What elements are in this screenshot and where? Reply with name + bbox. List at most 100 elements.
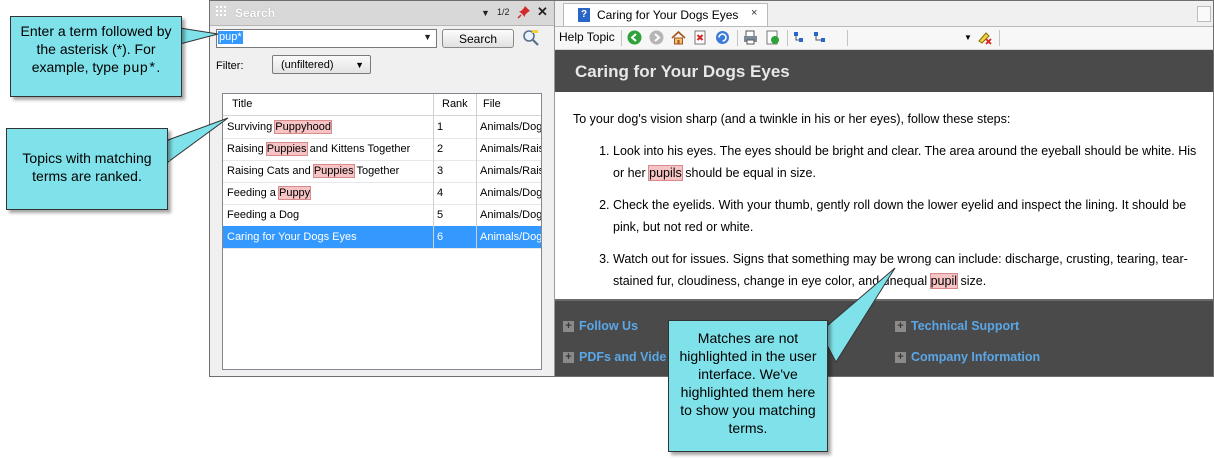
chevron-down-icon: ▼ [355,60,364,70]
steps-list: Look into his eyes. The eyes should be b… [573,140,1203,292]
table-row[interactable]: Raising Puppies and Kittens Together 2 A… [223,138,541,161]
expand-icon[interactable]: + [895,321,906,332]
match-highlight: Puppies [265,142,308,156]
match-highlight: Puppyhood [274,120,332,134]
footer-link-support[interactable]: Technical Support [911,319,1019,333]
column-header-title[interactable]: Title [232,98,252,110]
topic-banner: Caring for Your Dogs Eyes [555,50,1213,92]
toolbar-label: Help Topic [559,30,615,44]
result-rank: 1 [437,121,444,133]
result-file: Animals/Rais [480,143,541,155]
close-pane-icon[interactable]: ✕ [537,4,548,20]
table-row-selected[interactable]: Caring for Your Dogs Eyes 6 Animals/Dog [223,226,541,249]
result-title: Feeding a Dog [227,209,300,221]
result-file: Animals/Dog [480,209,541,221]
toolbar-divider [847,30,848,46]
result-title: Raising Cats and Puppies Together [227,164,400,178]
help-topic-icon: ? [578,8,590,22]
topic-toolbar: Help Topic ▼ [555,27,1213,50]
chevron-down-icon[interactable]: ▼ [423,32,432,42]
code-example: pup* [122,61,157,77]
search-button[interactable]: Search [442,29,514,48]
print-icon[interactable] [743,30,758,45]
result-file: Animals/Dog [480,231,541,243]
filter-select[interactable]: (unfiltered) ▼ [272,55,371,74]
search-term-input[interactable]: pup* ▼ [216,29,437,48]
result-title: Caring for Your Dogs Eyes [227,231,357,243]
result-title: Feeding a Puppy [227,186,312,200]
column-divider [476,94,477,248]
table-row[interactable]: Feeding a Puppy 4 Animals/Dog [223,182,541,205]
page-indicator: 1/2 [497,7,510,17]
footer-link-company[interactable]: Company Information [911,350,1040,364]
result-file: Animals/Rais [480,165,541,177]
match-highlight: Puppy [277,186,312,200]
list-item: Watch out for issues. Signs that somethi… [613,248,1203,292]
search-pane: Search ▼ 1/2 ✕ pup* ▼ Search Filter: (un… [210,1,555,376]
topic-heading: Caring for Your Dogs Eyes [575,62,790,81]
pin-icon[interactable] [517,5,531,19]
toolbar-divider [999,30,1000,46]
result-rank: 5 [437,209,444,221]
tab-scroll-button[interactable] [1197,6,1211,22]
grip-icon[interactable] [216,6,228,18]
result-rank: 4 [437,187,444,199]
result-file: Animals/Dog [480,121,541,133]
footer-link-pdfs[interactable]: PDFs and Vide [579,350,666,364]
match-highlight: Puppies [312,164,355,178]
column-header-rank[interactable]: Rank [442,98,468,110]
tab-label: Caring for Your Dogs Eyes [597,8,739,22]
tab-topic[interactable]: ? Caring for Your Dogs Eyes × [563,3,768,26]
sync-toc-icon[interactable] [765,30,780,45]
callout-topics-ranked: Topics with matching terms are ranked. [6,128,168,210]
topic-intro: To your dog's vision sharp (and a twinkl… [573,112,1011,126]
match-highlight: pupils [648,165,683,181]
search-highlight-icon[interactable] [521,28,541,48]
callout-not-highlighted: Matches are not highlighted in the user … [668,320,828,452]
search-term-text[interactable]: pup* [218,31,243,44]
toolbar-divider [787,30,788,46]
result-rank: 2 [437,143,444,155]
list-item: Look into his eyes. The eyes should be b… [613,140,1203,184]
tab-strip: ? Caring for Your Dogs Eyes × [555,1,1213,27]
expand-icon[interactable]: + [563,321,574,332]
filter-value: (unfiltered) [281,59,334,71]
list-item: Check the eyelids. With your thumb, gent… [613,194,1203,238]
collapse-all-icon[interactable] [813,30,828,45]
column-divider [433,94,434,248]
back-icon[interactable] [627,30,642,45]
table-row[interactable]: Raising Cats and Puppies Together 3 Anim… [223,160,541,183]
match-highlight: pupil [929,273,959,289]
result-file: Animals/Dog [480,187,541,199]
result-title: Surviving Puppyhood [227,120,332,134]
home-icon[interactable] [671,30,686,45]
footer-link-follow-us[interactable]: Follow Us [579,319,638,333]
expand-all-icon[interactable] [793,30,808,45]
filter-label: Filter: [216,60,244,72]
results-header: Title Rank File [223,94,541,116]
result-title: Raising Puppies and Kittens Together [227,142,411,156]
clear-highlight-icon[interactable] [977,30,992,45]
toolbar-divider [737,30,738,46]
forward-icon[interactable] [649,30,664,45]
result-rank: 6 [437,231,444,243]
expand-icon[interactable]: + [895,352,906,363]
column-header-file[interactable]: File [483,98,501,110]
topic-body: To your dog's vision sharp (and a twinkl… [573,108,1203,302]
refresh-icon[interactable] [715,30,730,45]
table-row[interactable]: Surviving Puppyhood 1 Animals/Dog [223,116,541,139]
toolbar-divider [621,30,622,46]
expand-icon[interactable]: + [563,352,574,363]
stop-icon[interactable] [693,30,708,45]
chevron-down-icon[interactable]: ▼ [964,33,972,42]
search-results-table: Title Rank File Surviving Puppyhood 1 An… [222,93,542,370]
close-tab-icon[interactable]: × [751,7,757,19]
search-pane-titlebar[interactable]: Search ▼ 1/2 ✕ [210,1,554,26]
table-row[interactable]: Feeding a Dog 5 Animals/Dog [223,204,541,227]
search-pane-title: Search [235,6,276,20]
callout-enter-term: Enter a term followed by the asterisk (*… [10,16,182,97]
topic-pane: ? Caring for Your Dogs Eyes × Help Topic… [555,1,1213,376]
topic-footer: + Follow Us + PDFs and Vide + Technical … [555,299,1213,376]
result-rank: 3 [437,165,444,177]
pane-menu-icon[interactable]: ▼ [481,8,490,18]
